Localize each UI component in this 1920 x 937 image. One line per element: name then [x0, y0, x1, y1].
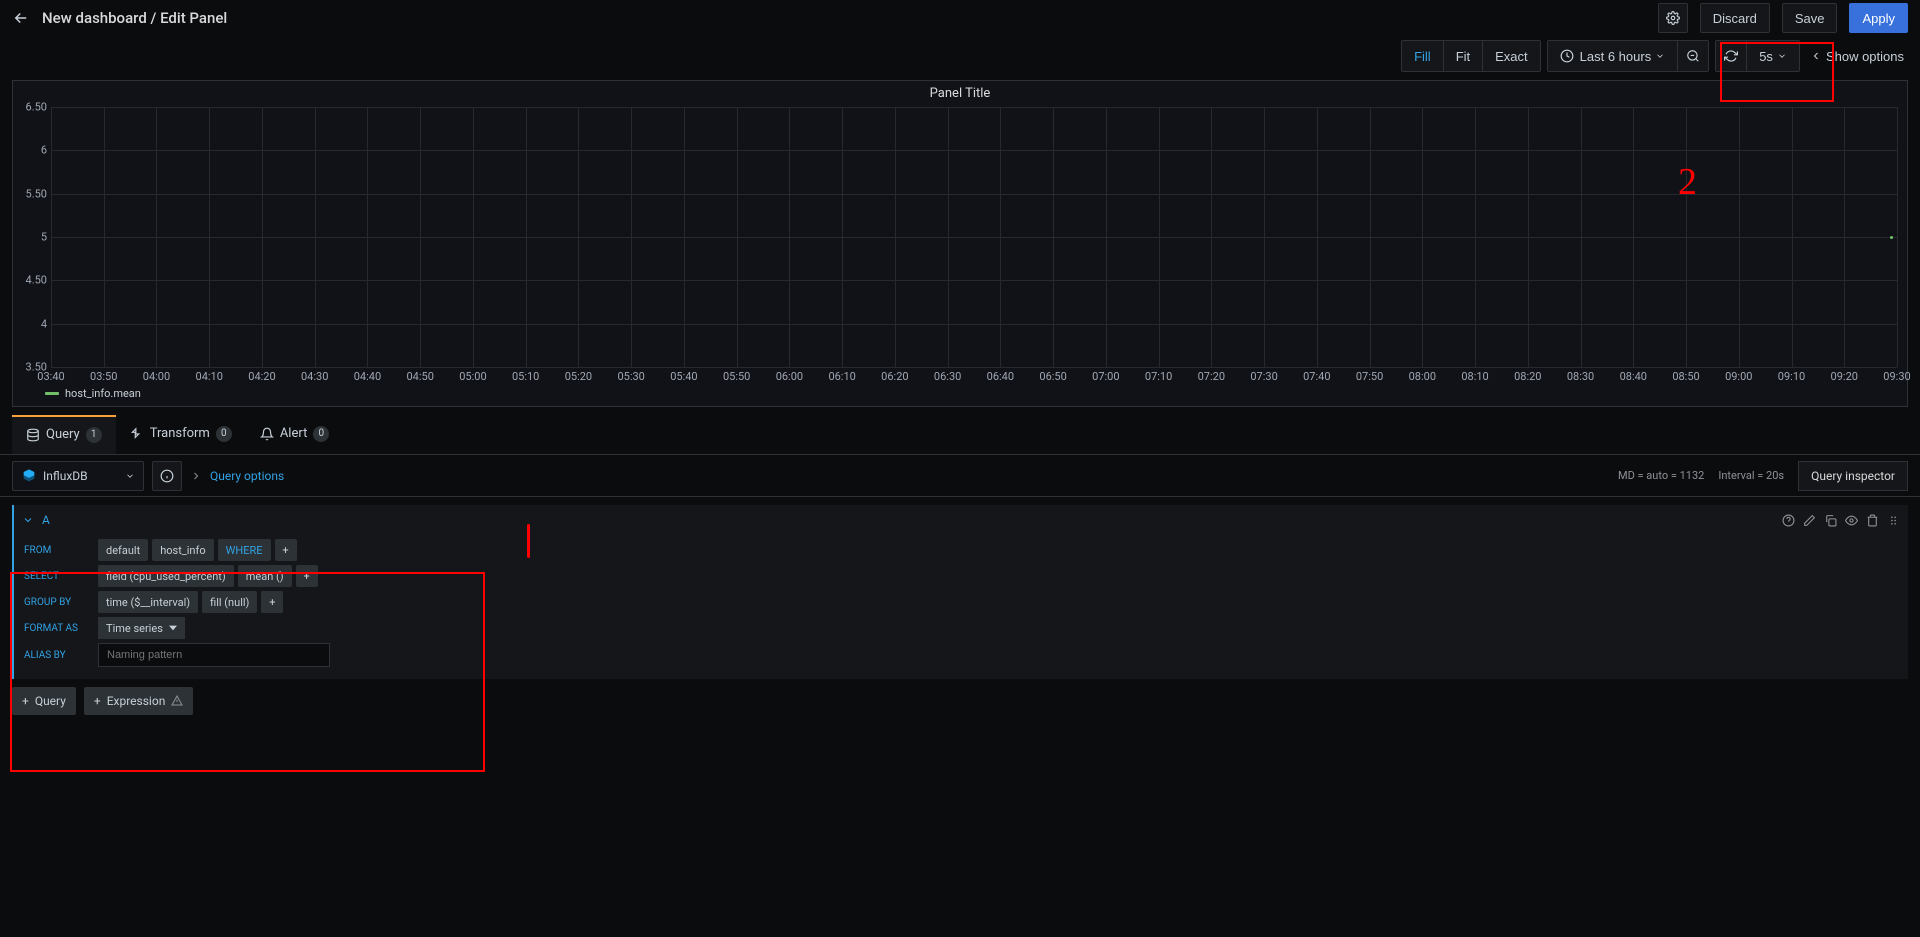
legend-swatch	[45, 392, 59, 395]
tab-transform-count: 0	[216, 426, 232, 442]
show-options-button[interactable]: Show options	[1806, 41, 1908, 71]
query-options-link[interactable]: Query options	[210, 469, 284, 483]
alias-label: ALIAS BY	[22, 650, 94, 661]
tab-transform-label: Transform	[150, 426, 210, 441]
query-duplicate-icon[interactable]	[1824, 514, 1837, 527]
database-icon	[26, 428, 40, 442]
groupby-add-button[interactable]: +	[261, 591, 283, 613]
tab-alert[interactable]: Alert 0	[246, 415, 344, 454]
from-label: FROM	[22, 545, 94, 556]
groupby-label: GROUP BY	[22, 597, 94, 608]
select-add-button[interactable]: +	[296, 565, 318, 587]
chevron-down-icon	[125, 471, 135, 481]
where-add-button[interactable]: +	[275, 539, 297, 561]
refresh-button[interactable]	[1716, 41, 1747, 71]
legend[interactable]: host_info.mean	[13, 385, 1907, 406]
plus-icon: +	[94, 694, 101, 708]
query-drag-icon[interactable]	[1887, 514, 1900, 527]
chevron-down-icon[interactable]	[22, 514, 34, 526]
timerange-label: Last 6 hours	[1580, 49, 1652, 64]
refresh-interval-button[interactable]: 5s	[1747, 41, 1799, 71]
datasource-picker[interactable]: InfluxDB	[12, 461, 144, 491]
panel: Panel Title 3.5044.5055.5066.5003:4003:5…	[12, 80, 1908, 407]
add-expression-button[interactable]: + Expression	[84, 687, 193, 715]
select-field-chip[interactable]: field (cpu_used_percent)	[98, 565, 234, 587]
from-measurement-chip[interactable]: host_info	[152, 539, 213, 561]
datasource-name: InfluxDB	[43, 469, 88, 483]
select-agg-chip[interactable]: mean ()	[238, 565, 292, 587]
refresh-interval-label: 5s	[1759, 49, 1773, 64]
bell-icon	[260, 427, 274, 441]
query-name[interactable]: A	[42, 513, 50, 527]
tab-query-label: Query	[46, 427, 80, 442]
discard-button[interactable]: Discard	[1700, 3, 1770, 33]
transform-icon	[130, 427, 144, 441]
clock-icon	[1560, 49, 1574, 63]
view-mode-segment: Fill Fit Exact	[1401, 40, 1541, 72]
plus-icon: +	[22, 694, 29, 708]
groupby-fill-chip[interactable]: fill (null)	[202, 591, 257, 613]
tab-query[interactable]: Query 1	[12, 415, 116, 454]
chevron-down-icon	[1655, 51, 1665, 61]
chevron-down-icon	[1777, 51, 1787, 61]
add-query-label: Query	[35, 694, 66, 708]
settings-button[interactable]	[1658, 3, 1688, 33]
timerange-picker[interactable]: Last 6 hours	[1547, 40, 1710, 72]
query-row-a: A FROM default host_info WHERE + SELECT …	[12, 505, 1908, 679]
view-exact-button[interactable]: Exact	[1483, 41, 1540, 71]
query-delete-icon[interactable]	[1866, 514, 1879, 527]
panel-title: Panel Title	[13, 81, 1907, 107]
datasource-help-button[interactable]	[152, 461, 182, 491]
info-icon	[160, 469, 174, 483]
back-arrow-icon[interactable]	[12, 9, 30, 27]
query-inspector-button[interactable]: Query inspector	[1798, 461, 1908, 491]
format-select[interactable]: Time series	[98, 617, 185, 639]
add-query-button[interactable]: + Query	[12, 687, 76, 715]
zoom-out-button[interactable]	[1678, 41, 1708, 71]
from-policy-chip[interactable]: default	[98, 539, 148, 561]
tab-alert-label: Alert	[280, 426, 308, 441]
warning-icon	[171, 695, 183, 707]
format-label: FORMAT AS	[22, 623, 94, 634]
legend-label: host_info.mean	[65, 387, 141, 400]
gear-icon	[1666, 11, 1680, 25]
influxdb-icon	[21, 468, 37, 484]
groupby-time-chip[interactable]: time ($__interval)	[98, 591, 198, 613]
where-chip[interactable]: WHERE	[218, 539, 271, 561]
add-expression-label: Expression	[107, 694, 166, 708]
query-help-icon[interactable]	[1782, 514, 1795, 527]
apply-button[interactable]: Apply	[1849, 3, 1908, 33]
interval-info: Interval = 20s	[1718, 469, 1784, 482]
view-fill-button[interactable]: Fill	[1402, 41, 1444, 71]
show-options-label: Show options	[1826, 49, 1904, 64]
chart-area[interactable]: 3.5044.5055.5066.5003:4003:5004:0004:100…	[51, 107, 1897, 381]
save-button[interactable]: Save	[1782, 3, 1838, 33]
chevron-right-icon[interactable]	[190, 470, 202, 482]
md-info: MD = auto = 1132	[1618, 469, 1704, 482]
view-fit-button[interactable]: Fit	[1444, 41, 1483, 71]
timerange-button[interactable]: Last 6 hours	[1548, 41, 1679, 71]
caret-down-icon	[169, 624, 177, 632]
zoom-out-icon	[1686, 49, 1700, 63]
refresh-icon	[1724, 49, 1738, 63]
refresh-group: 5s	[1715, 40, 1800, 72]
alias-input[interactable]	[98, 643, 330, 667]
select-label: SELECT	[22, 571, 94, 582]
tab-alert-count: 0	[313, 426, 329, 442]
format-value: Time series	[106, 622, 163, 635]
tab-transform[interactable]: Transform 0	[116, 415, 246, 454]
tab-query-count: 1	[86, 427, 102, 443]
chevron-left-icon	[1810, 50, 1822, 62]
query-toggle-icon[interactable]	[1845, 514, 1858, 527]
query-edit-icon[interactable]	[1803, 514, 1816, 527]
page-title: New dashboard / Edit Panel	[42, 9, 227, 27]
editor-tabs: Query 1 Transform 0 Alert 0	[0, 415, 1920, 455]
